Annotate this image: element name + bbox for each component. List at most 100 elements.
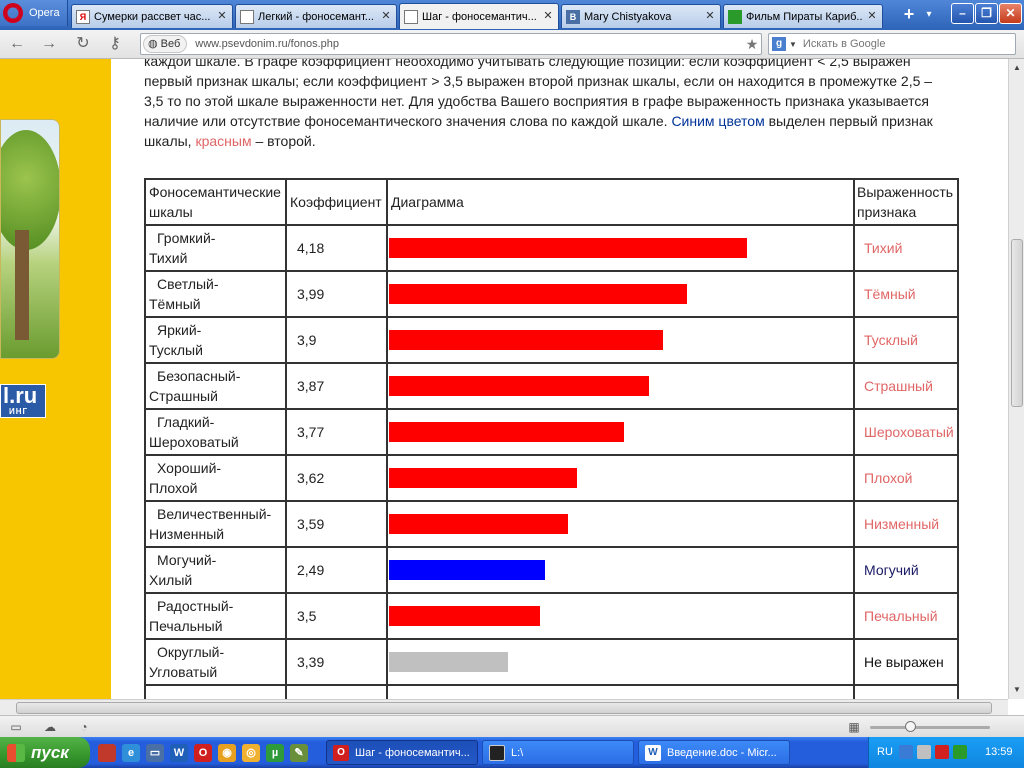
- url-text[interactable]: www.psevdonim.ru/fonos.php: [195, 38, 743, 50]
- reload-icon[interactable]: ↻: [72, 34, 94, 54]
- minimize-button[interactable]: –: [951, 3, 974, 24]
- desktop-icon[interactable]: ▭: [146, 744, 164, 762]
- scale-second-word: Тёмный: [149, 296, 201, 312]
- start-label: пуск: [31, 742, 69, 762]
- quicklaunch-app-icon[interactable]: [98, 744, 116, 762]
- horizontal-scrollbar[interactable]: [0, 699, 1008, 715]
- opera-menu-button[interactable]: Opera: [0, 0, 68, 26]
- console-icon: [489, 744, 505, 761]
- tab-5[interactable]: Фильм Пираты Кариб... ✕: [723, 4, 883, 28]
- tab-list-chevron-icon[interactable]: ▾: [922, 4, 936, 26]
- film-site-icon: [728, 9, 742, 24]
- coefficient-cell: [285, 684, 388, 699]
- scale-second-word: Тусклый: [149, 342, 203, 358]
- diagram-bar: [389, 238, 747, 258]
- logo-text: l.ru: [3, 383, 38, 408]
- intro-line: шкалы, красным – второй.: [144, 131, 956, 151]
- start-button[interactable]: пуск: [0, 737, 90, 768]
- scroll-thumb[interactable]: [16, 702, 992, 714]
- scroll-down-icon[interactable]: ▼: [1010, 683, 1024, 697]
- status-bar: ▭ ☁ ◔ ▦: [0, 715, 1024, 737]
- search-box[interactable]: g ▼: [768, 33, 1016, 55]
- task-explorer[interactable]: L:\: [482, 740, 634, 765]
- scale-second-word: Шероховатый: [149, 434, 239, 450]
- close-tab-icon[interactable]: ✕: [704, 10, 716, 23]
- expression-cell: Не выражен: [853, 638, 959, 686]
- scale-second-word: Угловатый: [149, 664, 218, 680]
- scale-first-word: Хороший-: [157, 460, 222, 476]
- cloud-icon[interactable]: ☁: [42, 719, 58, 735]
- forward-arrow-icon[interactable]: →: [38, 34, 60, 54]
- scale-cell: Округлый- Угловатый: [144, 638, 287, 686]
- task-word[interactable]: W Введение.doc - Micr...: [638, 740, 790, 765]
- close-tab-icon[interactable]: ✕: [216, 10, 228, 23]
- key-icon[interactable]: ⚷: [104, 34, 126, 54]
- close-tab-icon[interactable]: ✕: [542, 10, 554, 23]
- tab-title: Фильм Пираты Кариб...: [746, 10, 863, 23]
- table-header-row: Фоносемантические шкалы Коэффициент Диаг…: [144, 178, 959, 226]
- coefficient-cell: 3,87: [285, 362, 388, 410]
- google-icon[interactable]: g: [772, 37, 786, 51]
- expression-cell: Печальный: [853, 592, 959, 640]
- opera-icon[interactable]: O: [194, 744, 212, 762]
- page-icon: [240, 9, 254, 24]
- close-tab-icon[interactable]: ✕: [380, 10, 392, 23]
- header-diagram: Диаграмма: [386, 178, 855, 226]
- web-badge[interactable]: ◍ Веб: [143, 35, 188, 53]
- panel-toggle-icon[interactable]: ▭: [8, 719, 24, 735]
- scale-first-word: Гладкий-: [157, 414, 215, 430]
- diagram-cell: [386, 362, 855, 410]
- bookmark-star-icon[interactable]: ★: [743, 36, 761, 53]
- back-arrow-icon[interactable]: ←: [6, 34, 28, 54]
- app-icon[interactable]: ◉: [218, 744, 236, 762]
- intro-line: первый признак шкалы; если коэффициент >…: [144, 73, 933, 89]
- close-window-button[interactable]: ✕: [999, 3, 1022, 24]
- zoom-slider-knob[interactable]: [905, 721, 916, 732]
- tab-2[interactable]: Легкий - фоносемант... ✕: [235, 4, 397, 28]
- diagram-cell: [386, 638, 855, 686]
- volume-icon[interactable]: [917, 745, 931, 759]
- tray-app-icon[interactable]: [953, 745, 967, 759]
- scale-first-word: Округлый-: [157, 644, 225, 660]
- blue-highlight-text: Синим цветом: [671, 113, 765, 129]
- tab-1[interactable]: Я Сумерки рассвет час... ✕: [71, 4, 233, 28]
- scale-first-word: Радостный-: [157, 598, 234, 614]
- antivirus-icon[interactable]: [935, 745, 949, 759]
- intro-text: выделен первый признак: [764, 113, 933, 129]
- tab-3-active[interactable]: Шаг - фоносемантич... ✕: [399, 3, 559, 29]
- table-row: Величественный- Низменный 3,59 Низменный: [144, 500, 959, 548]
- restore-button[interactable]: ❐: [975, 3, 998, 24]
- new-tab-button[interactable]: +: [898, 4, 920, 26]
- ie-icon[interactable]: e: [122, 744, 140, 762]
- scale-second-word: Печальный: [149, 618, 223, 634]
- scroll-thumb[interactable]: [1011, 239, 1023, 407]
- expression-cell: Страшный: [853, 362, 959, 410]
- diagram-bar: [389, 422, 624, 442]
- windows-flag-icon: [7, 743, 25, 762]
- diagram-cell: [386, 546, 855, 594]
- task-opera[interactable]: O Шаг - фоносемантич...: [326, 740, 478, 765]
- scale-cell: Весёлый-: [144, 684, 287, 699]
- scale-first-word: Громкий-: [157, 230, 216, 246]
- tool-icon[interactable]: ✎: [290, 744, 308, 762]
- scale-second-word: Хилый: [149, 572, 193, 588]
- tab-4[interactable]: B Mary Chistyakova ✕: [561, 4, 721, 28]
- chrome-icon[interactable]: ◎: [242, 744, 260, 762]
- address-field[interactable]: ◍ Веб www.psevdonim.ru/fonos.php ★: [140, 33, 762, 55]
- chevron-down-icon[interactable]: ▼: [789, 40, 797, 49]
- coefficient-cell: 3,59: [285, 500, 388, 548]
- speed-dial-icon[interactable]: ◔: [76, 719, 92, 735]
- view-icon[interactable]: ▦: [846, 719, 862, 735]
- utorrent-icon[interactable]: µ: [266, 744, 284, 762]
- close-tab-icon[interactable]: ✕: [866, 10, 878, 23]
- table-body: Громкий- Тихий 4,18 Тихий Светлый- Тёмный 3,99…: [144, 224, 959, 699]
- word-icon[interactable]: W: [170, 744, 188, 762]
- vertical-scrollbar[interactable]: ▲ ▼: [1008, 59, 1024, 699]
- zoom-slider[interactable]: [870, 726, 990, 729]
- language-indicator[interactable]: RU: [877, 746, 893, 758]
- search-input[interactable]: [802, 38, 1003, 50]
- tab-bar: Opera Я Сумерки рассвет час... ✕ Легкий …: [0, 0, 1024, 30]
- scroll-up-icon[interactable]: ▲: [1010, 61, 1024, 75]
- network-icon[interactable]: [899, 745, 913, 759]
- site-logo[interactable]: l.ru ИНГ: [0, 384, 46, 418]
